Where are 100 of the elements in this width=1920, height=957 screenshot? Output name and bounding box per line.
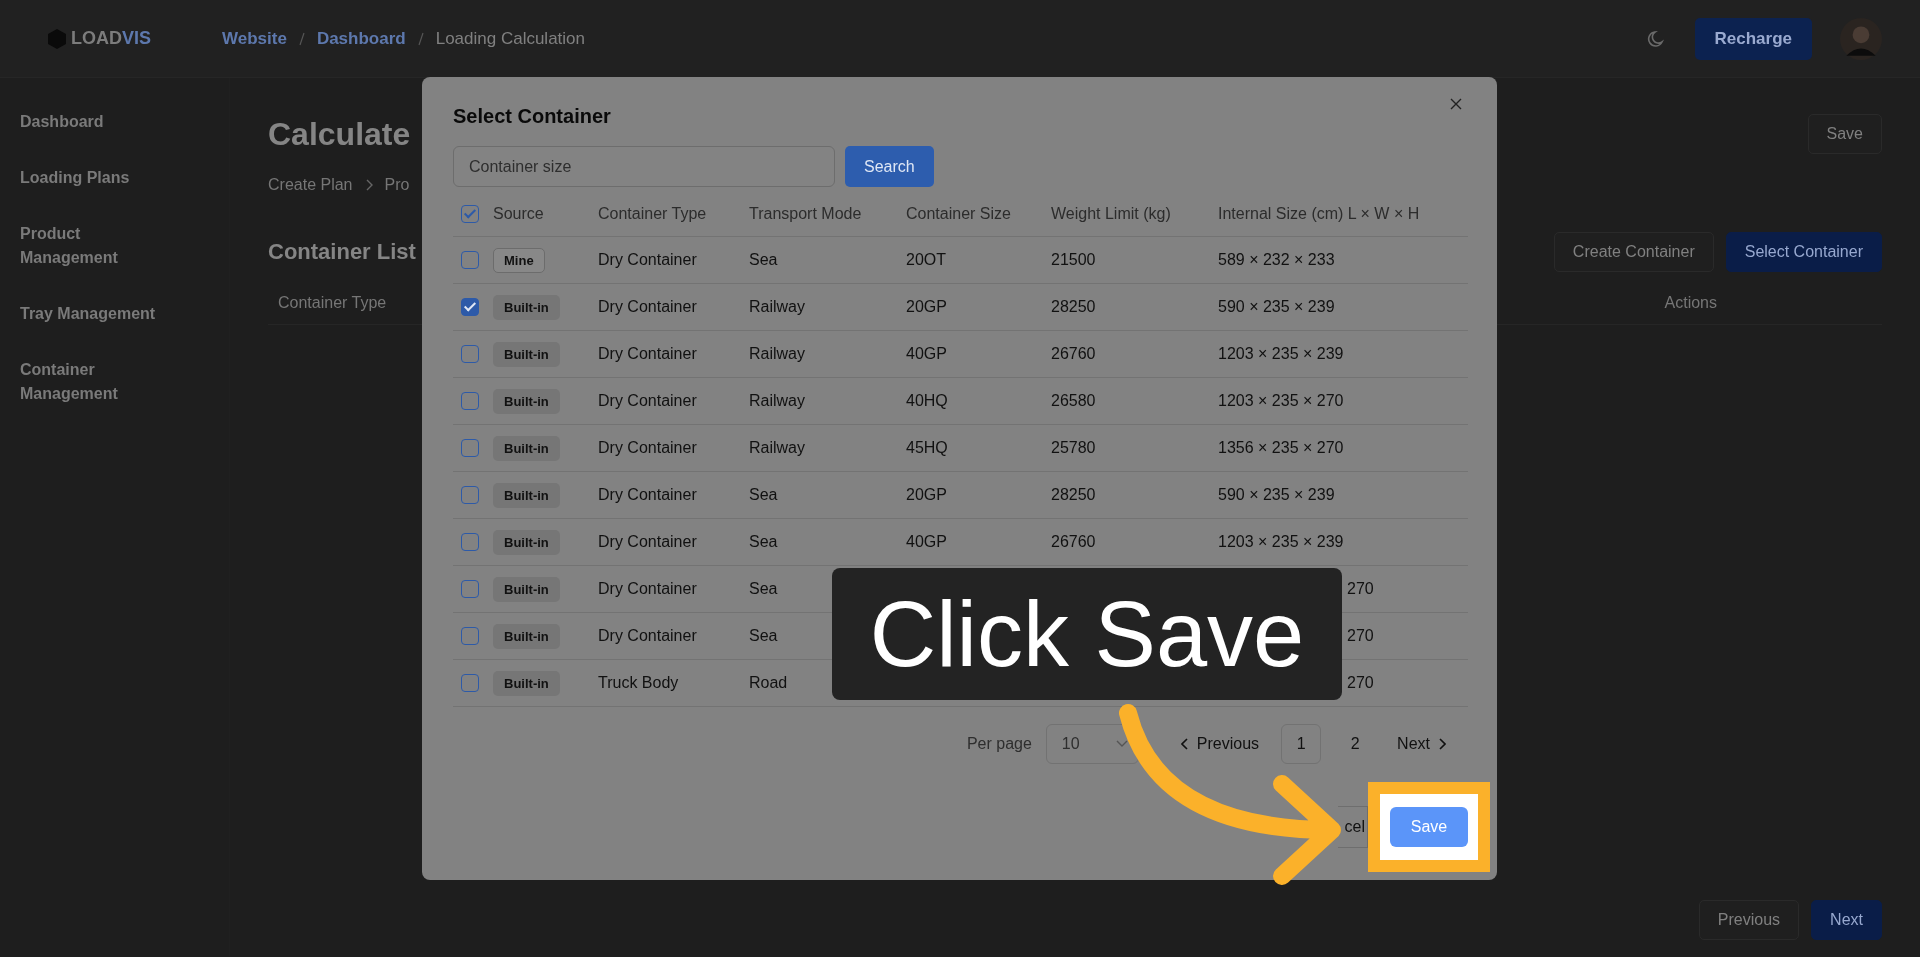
cancel-button[interactable]: cel: [1338, 806, 1368, 848]
column-header: Weight Limit (kg): [1051, 204, 1172, 223]
avatar[interactable]: [1840, 17, 1882, 60]
page-number[interactable]: 1: [1281, 724, 1322, 764]
create-container-button[interactable]: Create Container: [1553, 232, 1714, 272]
step-label: Create Plan: [268, 176, 353, 194]
row-checkbox[interactable]: [461, 533, 479, 551]
row-checkbox[interactable]: [461, 298, 479, 316]
table-cell-text: Sea: [749, 251, 779, 269]
table-cell-text: 589 × 232 × 233: [1218, 251, 1336, 269]
row-checkbox[interactable]: [461, 251, 479, 269]
previous-page-link[interactable]: Previous: [1172, 735, 1268, 753]
sidebar-item[interactable]: Container Management: [20, 358, 170, 406]
row-checkbox[interactable]: [461, 580, 479, 598]
separator-icon: [298, 31, 305, 46]
table-cell-text: Dry Container: [598, 392, 698, 410]
table-cell-text: Dry Container: [598, 627, 698, 645]
step-label: Pro: [384, 176, 410, 194]
table-cell-text: 25780: [1051, 439, 1097, 457]
table-cell-text: 45HQ: [906, 439, 949, 457]
table-cell-text: Sea: [749, 533, 779, 551]
logo-icon: [47, 27, 67, 50]
next-button[interactable]: Next: [1811, 900, 1882, 940]
table-cell-text: 26760: [1051, 345, 1097, 363]
table-cell-text: 28250: [1051, 486, 1097, 504]
row-checkbox[interactable]: [461, 486, 479, 504]
row-checkbox[interactable]: [461, 627, 479, 645]
source-tag: Built-in: [493, 576, 560, 602]
table-cell-text: 20GP: [906, 298, 948, 316]
logo-text: LOADVIS: [71, 28, 151, 49]
source-tag: Built-in: [493, 670, 560, 696]
select-all-checkbox[interactable]: [461, 204, 479, 223]
search-button[interactable]: Search: [845, 146, 934, 187]
chevron-left-icon: [1180, 738, 1189, 750]
source-tag: Built-in: [493, 294, 560, 320]
table-cell-text: 1203 × 235 × 239: [1218, 533, 1345, 551]
column-header: Container Type: [278, 294, 387, 312]
table-cell-text: 1203 × 235 × 239: [1218, 345, 1345, 363]
row-checkbox[interactable]: [461, 345, 479, 363]
row-checkbox[interactable]: [461, 674, 479, 692]
chevron-right-icon: [1438, 738, 1446, 750]
page-title: Calculate: [268, 115, 411, 153]
dialog-title: Select Container: [453, 104, 611, 128]
sidebar-item[interactable]: Dashboard: [20, 110, 170, 134]
source-tag: Built-in: [493, 529, 560, 555]
callout: Click Save: [832, 568, 1342, 700]
table-cell-text: Road: [749, 674, 789, 692]
previous-button[interactable]: Previous: [1698, 900, 1800, 940]
sidebar-item[interactable]: Product Management: [20, 222, 170, 270]
table-cell-text: Truck Body: [598, 674, 680, 692]
dialog-save-button[interactable]: Save: [1390, 807, 1468, 847]
column-header: Internal Size (cm) L × W × H: [1218, 204, 1421, 223]
table-cell-text: Dry Container: [598, 345, 698, 363]
table-cell-text: Dry Container: [598, 486, 698, 504]
source-tag: Built-in: [493, 623, 560, 649]
source-tag: Built-in: [493, 435, 560, 461]
chevron-down-icon: [1115, 740, 1128, 748]
table-cell-text: 40GP: [906, 533, 948, 551]
table-cell-text: Railway: [749, 298, 806, 316]
per-page-label: Per page: [966, 735, 1032, 753]
source-tag: Built-in: [493, 482, 560, 508]
table-cell-text: 20OT: [906, 251, 947, 269]
table-cell-text: Dry Container: [598, 580, 698, 598]
separator-icon: [417, 31, 424, 46]
recharge-button[interactable]: Recharge: [1694, 17, 1812, 60]
breadcrumb-link[interactable]: Website: [222, 28, 287, 49]
row-checkbox[interactable]: [461, 439, 479, 457]
column-header: Transport Mode: [749, 204, 863, 223]
table-cell-text: 590 × 235 × 239: [1218, 486, 1336, 504]
next-page-link[interactable]: Next: [1389, 735, 1454, 753]
row-checkbox[interactable]: [461, 392, 479, 410]
source-tag: Built-in: [493, 388, 560, 414]
sidebar-item[interactable]: Loading Plans: [20, 166, 170, 190]
table-cell-text: Dry Container: [598, 533, 698, 551]
table-cell-text: Dry Container: [598, 298, 698, 316]
column-header: Actions: [1664, 294, 1717, 312]
search-field[interactable]: Container size: [453, 146, 835, 187]
table-cell-text: Railway: [749, 345, 806, 363]
column-header: Source: [493, 204, 545, 223]
moon-icon[interactable]: [1646, 28, 1667, 49]
table-cell-text: 28250: [1051, 298, 1097, 316]
table-cell-text: 590 × 235 × 239: [1218, 298, 1336, 316]
table-cell-text: 40GP: [906, 345, 948, 363]
source-tag: Mine: [493, 247, 545, 273]
table-cell: 270: [1347, 580, 1374, 597]
select-container-button[interactable]: Select Container: [1725, 232, 1882, 272]
table-cell-text: Railway: [749, 392, 806, 410]
breadcrumb-link[interactable]: Dashboard: [316, 28, 406, 49]
table-cell-text: 26580: [1051, 392, 1097, 410]
page-number[interactable]: 2: [1335, 724, 1376, 764]
column-header: Container Type: [598, 204, 708, 223]
column-header: Container Size: [906, 204, 1012, 223]
table-cell-text: 21500: [1051, 251, 1097, 269]
table-cell-text: Sea: [749, 580, 779, 598]
sidebar-item[interactable]: Tray Management: [20, 302, 170, 326]
chevron-right-icon: [364, 179, 373, 191]
save-button[interactable]: Save: [1807, 114, 1882, 154]
close-icon[interactable]: [1450, 98, 1462, 110]
table-cell-text: Sea: [749, 627, 779, 645]
table-cell-text: Railway: [749, 439, 806, 457]
